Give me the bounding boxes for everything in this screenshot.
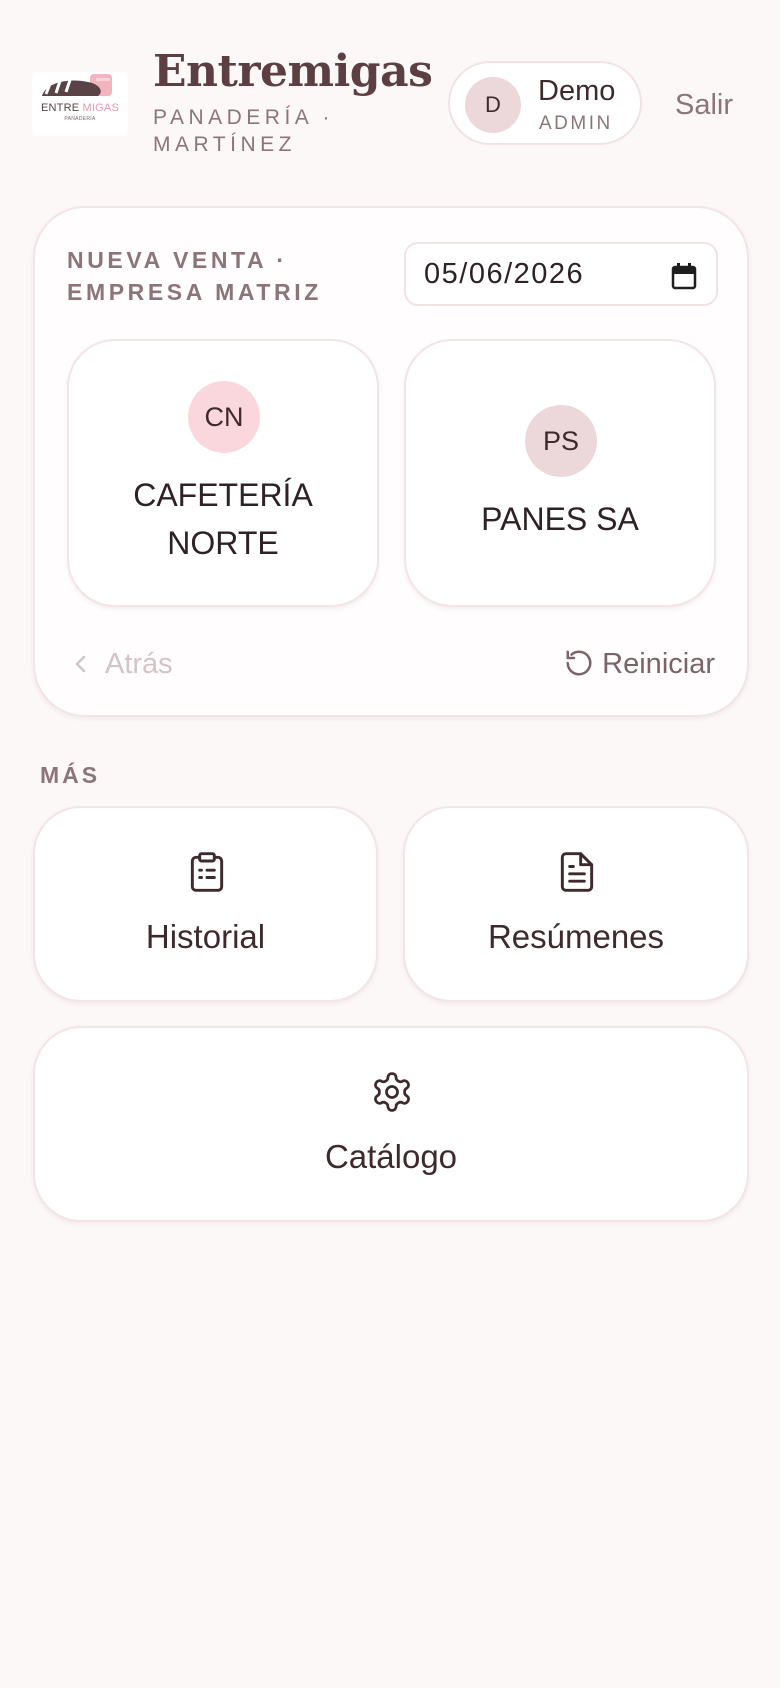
history-label: Historial [145, 918, 266, 955]
file-text-icon [560, 852, 594, 892]
sale-date-value: 05/06/2026 [424, 258, 585, 290]
summaries-label: Resúmenes [487, 918, 665, 955]
reset-label: Reiniciar [602, 648, 715, 680]
brand-logo: ENTRE MIGAS PANADERÍA [32, 72, 128, 136]
client-avatar: PS [525, 405, 597, 477]
new-sale-heading: NUEVA VENTA · EMPRESA MATRIZ [67, 247, 322, 305]
reset-button[interactable]: Reiniciar [564, 648, 715, 681]
calendar-icon[interactable] [671, 262, 697, 290]
gear-icon [374, 1072, 410, 1112]
user-menu[interactable]: D Demo ADMIN [448, 61, 642, 145]
logo-subtitle: PANADERÍA [64, 116, 96, 122]
user-name: Demo [538, 75, 616, 107]
back-button[interactable]: Atrás [73, 648, 173, 681]
chevron-left-icon [75, 655, 86, 673]
client-avatar: CN [188, 381, 260, 453]
user-avatar: D [465, 77, 521, 133]
clipboard-list-icon [190, 852, 224, 892]
catalog-label: Catálogo [324, 1138, 458, 1175]
app-subtitle: PANADERÍA · MARTÍNEZ [153, 106, 334, 156]
app-title: Entremigas [153, 46, 433, 97]
client-name: PANES SA [481, 501, 639, 537]
more-section-label: MÁS [40, 762, 101, 788]
logo-wordmark: ENTRE MIGAS [41, 102, 119, 114]
rotate-ccw-icon [566, 650, 592, 676]
client-name: CAFETERÍA NORTE [133, 477, 313, 561]
history-tile[interactable]: Historial [33, 806, 378, 1002]
logout-button[interactable]: Salir [675, 89, 733, 122]
client-card-panes-sa[interactable]: PS PANES SA [404, 339, 716, 607]
back-label: Atrás [105, 648, 173, 680]
summaries-tile[interactable]: Resúmenes [403, 806, 749, 1002]
user-role: ADMIN [539, 113, 613, 134]
client-card-cafeteria-norte[interactable]: CN CAFETERÍA NORTE [67, 339, 379, 607]
new-sale-card: NUEVA VENTA · EMPRESA MATRIZ 05/06/2026 … [33, 206, 749, 717]
catalog-tile[interactable]: Catálogo [33, 1026, 749, 1222]
sale-date-input[interactable]: 05/06/2026 [404, 242, 718, 306]
app-header: ENTRE MIGAS PANADERÍA Entremigas PANADER… [0, 0, 780, 180]
